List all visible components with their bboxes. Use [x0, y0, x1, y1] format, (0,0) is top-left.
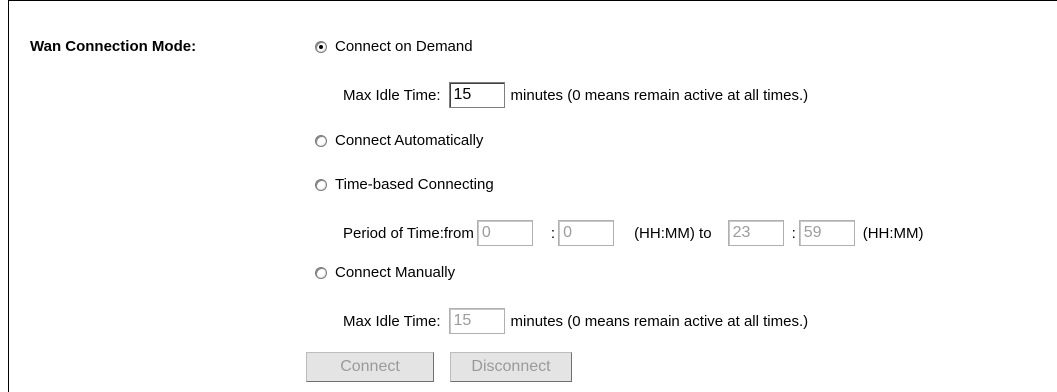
period-row: Period of Time:from : (HH:MM) to : (HH:M… [343, 220, 924, 246]
manual-idle-label: Max Idle Time: [343, 312, 441, 330]
demand-idle-label: Max Idle Time: [343, 86, 441, 104]
demand-idle-input[interactable] [448, 82, 505, 108]
wan-mode-label: Wan Connection Mode: [30, 38, 197, 55]
to-hour-input[interactable] [727, 220, 784, 246]
from-minute-input[interactable] [558, 220, 615, 246]
from-hour-input[interactable] [476, 220, 533, 246]
radio-selected-dot [319, 44, 323, 49]
option-connect-manually[interactable]: Connect Manually [315, 264, 455, 281]
period-label: Period of Time:from [343, 224, 474, 242]
radio-connect-manually[interactable] [315, 266, 327, 279]
to-minute-input[interactable] [798, 220, 855, 246]
connect-button[interactable]: Connect [306, 352, 434, 382]
demand-idle-suffix: minutes (0 means remain active at all ti… [510, 86, 809, 104]
radio-connect-on-demand[interactable] [315, 40, 327, 53]
to-colon: : [791, 224, 796, 242]
manual-idle-row: Max Idle Time: minutes (0 means remain a… [343, 308, 808, 334]
option-label: Connect Automatically [335, 132, 484, 149]
option-label: Connect Manually [335, 264, 456, 281]
hhmm-to-label: (HH:MM) to [634, 224, 712, 242]
manual-idle-input[interactable] [448, 308, 505, 334]
option-label: Time-based Connecting [335, 176, 494, 193]
radio-time-based[interactable] [315, 178, 327, 191]
option-label: Connect on Demand [335, 38, 473, 55]
from-colon: : [550, 224, 556, 242]
demand-idle-row: Max Idle Time: minutes (0 means remain a… [343, 82, 808, 108]
radio-connect-automatically[interactable] [315, 134, 327, 147]
button-row: Connect Disconnect [306, 352, 572, 382]
manual-idle-suffix: minutes (0 means remain active at all ti… [510, 312, 809, 330]
hhmm-end-label: (HH:MM) [862, 224, 924, 242]
disconnect-button[interactable]: Disconnect [450, 352, 572, 382]
option-connect-automatically[interactable]: Connect Automatically [315, 132, 483, 149]
option-connect-on-demand[interactable]: Connect on Demand [315, 38, 473, 55]
option-time-based[interactable]: Time-based Connecting [315, 176, 494, 193]
